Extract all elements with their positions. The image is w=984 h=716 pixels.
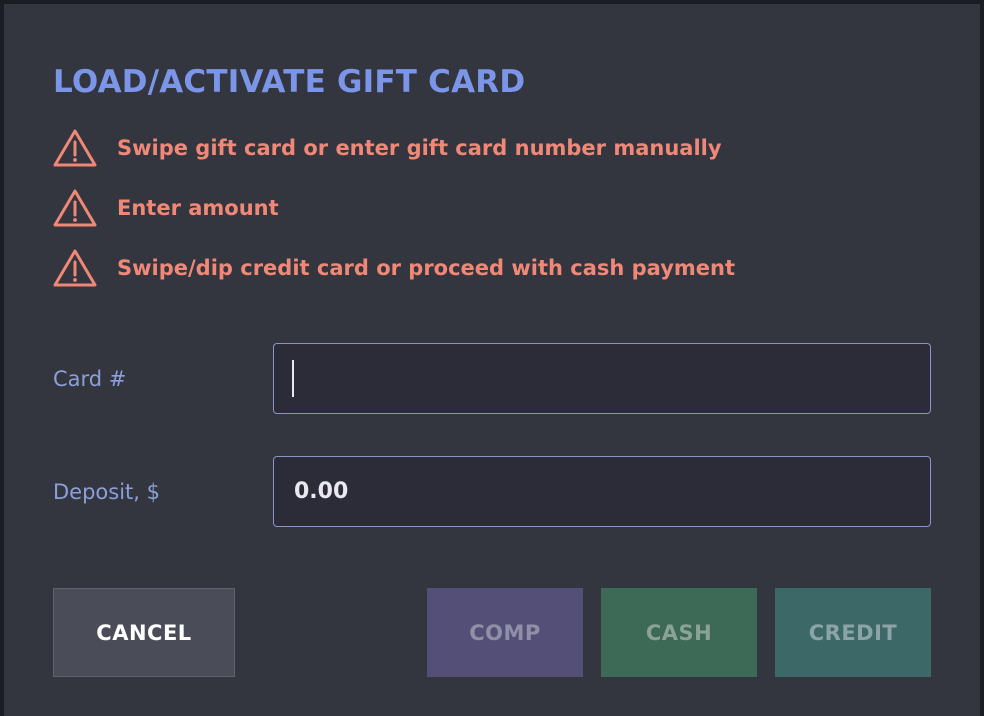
credit-button[interactable]: CREDIT	[775, 588, 931, 677]
dialog-title: LOAD/ACTIVATE GIFT CARD	[53, 64, 526, 100]
cancel-button[interactable]: CANCEL	[53, 588, 235, 677]
warning-enter-amount: Enter amount	[52, 188, 279, 228]
warning-credit-or-cash: Swipe/dip credit card or proceed with ca…	[52, 248, 735, 288]
gift-card-dialog: LOAD/ACTIVATE GIFT CARD Swipe gift card …	[4, 4, 980, 716]
warning-triangle-icon	[52, 248, 98, 288]
deposit-label: Deposit, $	[53, 480, 160, 504]
deposit-input[interactable]	[292, 478, 930, 505]
warning-triangle-icon	[52, 128, 98, 168]
text-caret	[292, 360, 294, 397]
card-number-field[interactable]	[273, 343, 931, 414]
card-number-label: Card #	[53, 367, 127, 391]
warning-text: Swipe gift card or enter gift card numbe…	[117, 136, 722, 160]
warning-triangle-icon	[52, 188, 98, 228]
warning-swipe-gift-card: Swipe gift card or enter gift card numbe…	[52, 128, 722, 168]
warning-text: Swipe/dip credit card or proceed with ca…	[117, 256, 736, 280]
cash-button[interactable]: CASH	[601, 588, 757, 677]
warning-text: Enter amount	[117, 196, 279, 220]
deposit-field[interactable]	[273, 456, 931, 527]
comp-button[interactable]: COMP	[427, 588, 583, 677]
